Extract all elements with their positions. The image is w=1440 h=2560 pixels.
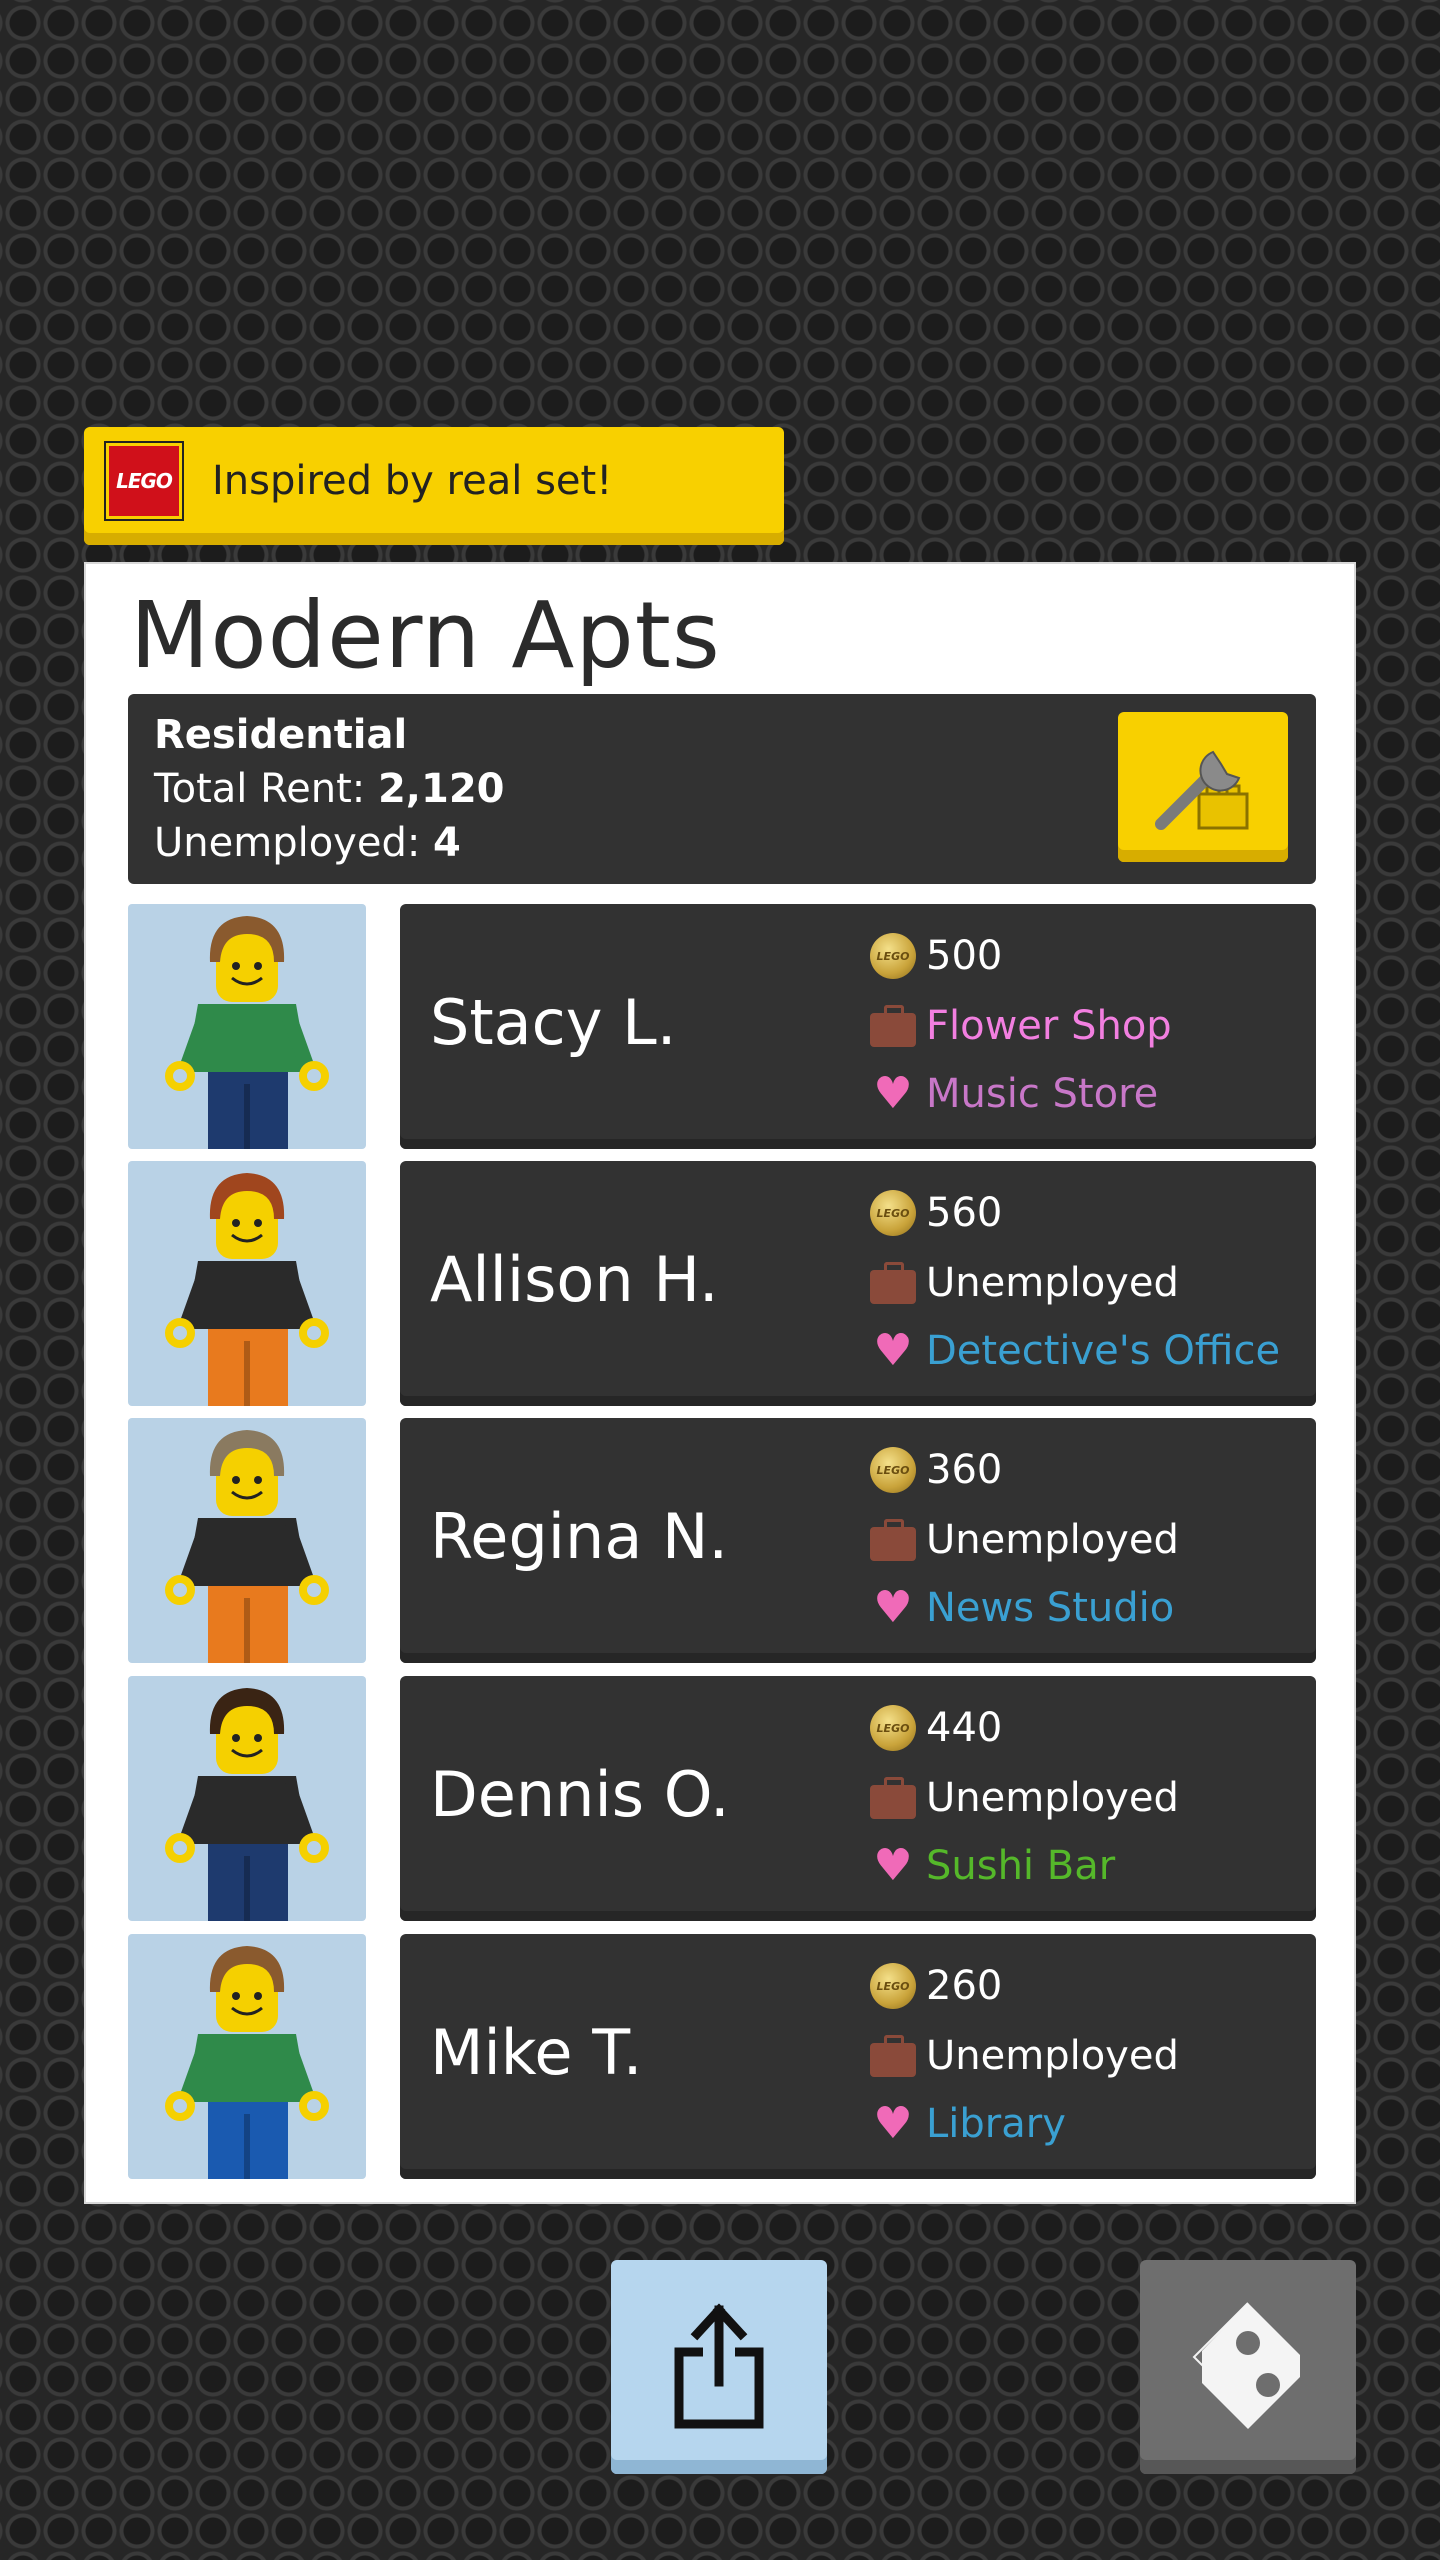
briefcase-icon bbox=[868, 1001, 918, 1051]
briefcase-icon bbox=[868, 2031, 918, 2081]
resident-card[interactable]: Dennis O. LEGO 440 Unemployed ♥ Sushi Ba… bbox=[400, 1676, 1316, 1921]
resident-card[interactable]: Mike T. LEGO 260 Unemployed ♥ Library bbox=[400, 1934, 1316, 2179]
unemployed-count: Unemployed: 4 bbox=[154, 820, 461, 866]
coins-value: 500 bbox=[926, 933, 1003, 979]
resident-likes: ♥ Music Store bbox=[868, 1064, 1158, 1124]
minifig-avatar bbox=[128, 1934, 366, 2179]
job-value: Unemployed bbox=[926, 1775, 1179, 1821]
job-value: Unemployed bbox=[926, 2033, 1179, 2079]
job-value: Unemployed bbox=[926, 1260, 1179, 1306]
lego-coin-icon: LEGO bbox=[868, 1445, 918, 1495]
share-button[interactable] bbox=[611, 2260, 827, 2474]
likes-value: Music Store bbox=[926, 1071, 1159, 1117]
resident-likes: ♥ Detective's Office bbox=[868, 1321, 1280, 1381]
likes-value: Detective's Office bbox=[926, 1328, 1281, 1374]
back-brick-icon bbox=[1192, 2302, 1300, 2429]
job-value: Unemployed bbox=[926, 1517, 1179, 1563]
likes-value: Library bbox=[926, 2101, 1066, 2147]
total-rent: Total Rent: 2,120 bbox=[154, 766, 505, 812]
banner-text: Inspired by real set! bbox=[212, 458, 613, 504]
resident-coins: LEGO 500 bbox=[868, 926, 1002, 986]
wrench-brick-icon bbox=[1155, 750, 1249, 830]
job-value: Flower Shop bbox=[926, 1003, 1172, 1049]
briefcase-icon bbox=[868, 1773, 918, 1823]
resident-job: Flower Shop bbox=[868, 996, 1172, 1056]
resident-coins: LEGO 360 bbox=[868, 1440, 1002, 1500]
minifig-avatar bbox=[128, 1676, 366, 1921]
resident-row[interactable]: Stacy L. LEGO 500 Flower Shop ♥ Music St… bbox=[128, 904, 1316, 1149]
minifig-avatar bbox=[128, 904, 366, 1149]
heart-icon: ♥ bbox=[873, 1840, 913, 1891]
resident-likes: ♥ Library bbox=[868, 2094, 1066, 2154]
resident-likes: ♥ Sushi Bar bbox=[868, 1836, 1115, 1896]
resident-job: Unemployed bbox=[868, 2026, 1179, 2086]
heart-icon: ♥ bbox=[873, 1068, 913, 1119]
briefcase-icon bbox=[868, 1258, 918, 1308]
resident-job: Unemployed bbox=[868, 1768, 1179, 1828]
resident-card[interactable]: Allison H. LEGO 560 Unemployed ♥ Detecti… bbox=[400, 1161, 1316, 1406]
likes-value: Sushi Bar bbox=[926, 1843, 1116, 1889]
likes-value: News Studio bbox=[926, 1585, 1175, 1631]
resident-row[interactable]: Allison H. LEGO 560 Unemployed ♥ Detecti… bbox=[128, 1161, 1316, 1406]
resident-name: Regina N. bbox=[430, 1500, 729, 1573]
heart-icon: ♥ bbox=[873, 2098, 913, 2149]
resident-likes: ♥ News Studio bbox=[868, 1578, 1174, 1638]
resident-row[interactable]: Mike T. LEGO 260 Unemployed ♥ Library bbox=[128, 1934, 1316, 2179]
heart-icon: ♥ bbox=[873, 1325, 913, 1376]
lego-coin-icon: LEGO bbox=[868, 1703, 918, 1753]
resident-name: Stacy L. bbox=[430, 986, 677, 1059]
lego-coin-icon: LEGO bbox=[868, 931, 918, 981]
resident-card[interactable]: Regina N. LEGO 360 Unemployed ♥ News Stu… bbox=[400, 1418, 1316, 1663]
resident-coins: LEGO 260 bbox=[868, 1956, 1002, 2016]
resident-name: Mike T. bbox=[430, 2016, 643, 2089]
coins-value: 560 bbox=[926, 1190, 1003, 1236]
resident-job: Unemployed bbox=[868, 1253, 1179, 1313]
coins-value: 260 bbox=[926, 1963, 1003, 2009]
briefcase-icon bbox=[868, 1515, 918, 1565]
resident-coins: LEGO 560 bbox=[868, 1183, 1002, 1243]
share-icon bbox=[674, 2303, 764, 2429]
building-title: Modern Apts bbox=[130, 582, 721, 689]
coins-value: 360 bbox=[926, 1447, 1003, 1493]
minifig-avatar bbox=[128, 1161, 366, 1406]
coins-value: 440 bbox=[926, 1705, 1003, 1751]
lego-coin-icon: LEGO bbox=[868, 1188, 918, 1238]
resident-name: Dennis O. bbox=[430, 1758, 730, 1831]
resident-row[interactable]: Dennis O. LEGO 440 Unemployed ♥ Sushi Ba… bbox=[128, 1676, 1316, 1921]
resident-coins: LEGO 440 bbox=[868, 1698, 1002, 1758]
heart-icon: ♥ bbox=[873, 1582, 913, 1633]
resident-row[interactable]: Regina N. LEGO 360 Unemployed ♥ News Stu… bbox=[128, 1418, 1316, 1663]
building-panel: Modern Apts Residential Total Rent: 2,12… bbox=[84, 562, 1356, 2204]
resident-job: Unemployed bbox=[868, 1510, 1179, 1570]
building-info: Residential Total Rent: 2,120 Unemployed… bbox=[128, 694, 1316, 884]
building-type: Residential bbox=[154, 712, 408, 758]
inspired-banner: LEGO Inspired by real set! bbox=[84, 427, 784, 545]
resident-name: Allison H. bbox=[430, 1243, 719, 1316]
back-button[interactable] bbox=[1140, 2260, 1356, 2474]
lego-coin-icon: LEGO bbox=[868, 1961, 918, 2011]
resident-card[interactable]: Stacy L. LEGO 500 Flower Shop ♥ Music St… bbox=[400, 904, 1316, 1149]
lego-logo: LEGO bbox=[104, 441, 184, 521]
edit-building-button[interactable] bbox=[1118, 712, 1288, 862]
minifig-avatar bbox=[128, 1418, 366, 1663]
